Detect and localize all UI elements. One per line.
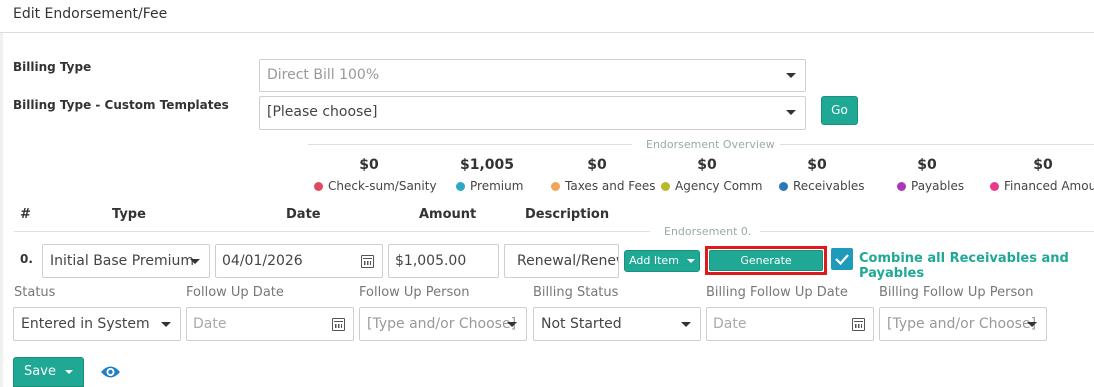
billing-status-select[interactable]: Not Started — [533, 307, 701, 341]
chevron-down-icon — [681, 322, 691, 327]
legend-premium: Premium — [456, 179, 523, 193]
follow-person-label: Follow Up Person — [359, 285, 470, 300]
legend-payables: Payables — [897, 179, 964, 193]
header-date: Date — [286, 207, 321, 222]
follow-date-placeholder: Date — [193, 316, 227, 332]
type-select[interactable]: Initial Base Premium — [42, 244, 210, 278]
chevron-down-icon — [1027, 322, 1037, 327]
billing-follow-date-label: Billing Follow Up Date — [706, 285, 848, 300]
left-edge — [0, 32, 3, 387]
billing-custom-select[interactable]: [Please choose] — [259, 96, 806, 130]
overview-value-receivables: $0 — [807, 157, 827, 173]
header-type: Type — [112, 207, 146, 222]
date-value: 04/01/2026 — [222, 253, 303, 269]
overview-value-checksum: $0 — [359, 157, 379, 173]
section-rule-right — [760, 231, 1094, 232]
follow-date-input[interactable]: Date — [186, 307, 354, 341]
chevron-down-icon — [161, 322, 171, 327]
section-rule-left — [14, 231, 650, 232]
dot-icon — [551, 181, 560, 191]
billing-status-label: Billing Status — [533, 285, 619, 300]
billing-follow-person-label: Billing Follow Up Person — [879, 285, 1034, 300]
dot-icon — [990, 181, 999, 191]
chevron-down-icon — [507, 322, 517, 327]
billing-custom-value: [Please choose] — [267, 104, 378, 120]
legend-financed: Financed Amount — [990, 179, 1094, 193]
status-select[interactable]: Entered in System — [13, 307, 181, 341]
follow-date-label: Follow Up Date — [186, 285, 284, 300]
status-value: Entered in System — [21, 316, 150, 332]
chevron-down-icon — [190, 259, 200, 264]
chevron-down-icon — [786, 110, 796, 115]
generate-transaction-button[interactable]: Generate Transaction — [709, 250, 823, 286]
description-input[interactable]: Renewal/Renewal — [504, 244, 619, 278]
billing-custom-label: Billing Type - Custom Templates — [13, 98, 229, 112]
overview-title: Endorsement Overview — [646, 138, 775, 151]
billing-follow-person-value: [Type and/or Choose] — [887, 316, 1037, 332]
overview-value-financed: $0 — [1033, 157, 1053, 173]
legend-agency-comm: Agency Comm — [661, 179, 762, 193]
calendar-icon[interactable] — [852, 318, 865, 331]
billing-type-value: Direct Bill 100% — [267, 67, 380, 83]
check-icon — [835, 254, 849, 266]
calendar-icon[interactable] — [361, 255, 374, 268]
overview-value-payables: $0 — [917, 157, 937, 173]
legend-checksum: Check-sum/Sanity — [314, 179, 437, 193]
chevron-down-icon — [64, 370, 73, 374]
chevron-down-icon — [786, 73, 796, 78]
row-number: 0. — [20, 252, 33, 266]
billing-follow-date-placeholder: Date — [713, 316, 747, 332]
overview-value-agency-comm: $0 — [697, 157, 717, 173]
overview-rule-left — [308, 144, 632, 145]
add-item-label: Add Item — [629, 254, 679, 267]
legend-taxes: Taxes and Fees — [551, 179, 656, 193]
date-input[interactable]: 04/01/2026 — [215, 244, 383, 278]
go-button[interactable]: Go — [821, 96, 858, 125]
overview-value-taxes: $0 — [587, 157, 607, 173]
dot-icon — [314, 181, 323, 191]
section-title: Endorsement 0. — [664, 225, 752, 238]
chevron-down-icon — [686, 259, 695, 263]
add-item-button[interactable]: Add Item — [624, 250, 700, 272]
dot-icon — [456, 181, 465, 191]
amount-input[interactable]: $1,005.00 — [388, 244, 499, 278]
page-title: Edit Endorsement/Fee — [13, 6, 168, 22]
billing-follow-date-input[interactable]: Date — [706, 307, 874, 341]
follow-person-select[interactable]: [Type and/or Choose] — [359, 307, 527, 341]
description-value: Renewal/Renewal — [517, 253, 618, 269]
type-value: Initial Base Premium — [50, 253, 195, 269]
combine-checkbox[interactable] — [831, 248, 853, 270]
header-description: Description — [525, 207, 610, 222]
overview-value-premium: $1,005 — [459, 157, 515, 173]
calendar-icon[interactable] — [332, 318, 345, 331]
dot-icon — [779, 181, 788, 191]
billing-status-value: Not Started — [541, 316, 622, 332]
save-label: Save — [24, 364, 56, 379]
eye-icon[interactable] — [100, 364, 121, 384]
overview-rule-right — [780, 144, 1094, 145]
header-num: # — [20, 207, 31, 222]
billing-type-label: Billing Type — [13, 60, 92, 74]
title-divider — [0, 32, 1094, 33]
save-button[interactable]: Save — [13, 357, 84, 387]
dot-icon — [897, 181, 906, 191]
dot-icon — [661, 181, 670, 191]
billing-follow-person-select[interactable]: [Type and/or Choose] — [879, 307, 1047, 341]
header-amount: Amount — [419, 207, 477, 222]
combine-label[interactable]: Combine all Receivables and Payables — [859, 251, 1094, 281]
amount-value: $1,005.00 — [395, 253, 467, 269]
follow-person-value: [Type and/or Choose] — [367, 316, 517, 332]
status-label: Status — [14, 285, 56, 300]
billing-type-select: Direct Bill 100% — [259, 59, 806, 92]
legend-receivables: Receivables — [779, 179, 865, 193]
